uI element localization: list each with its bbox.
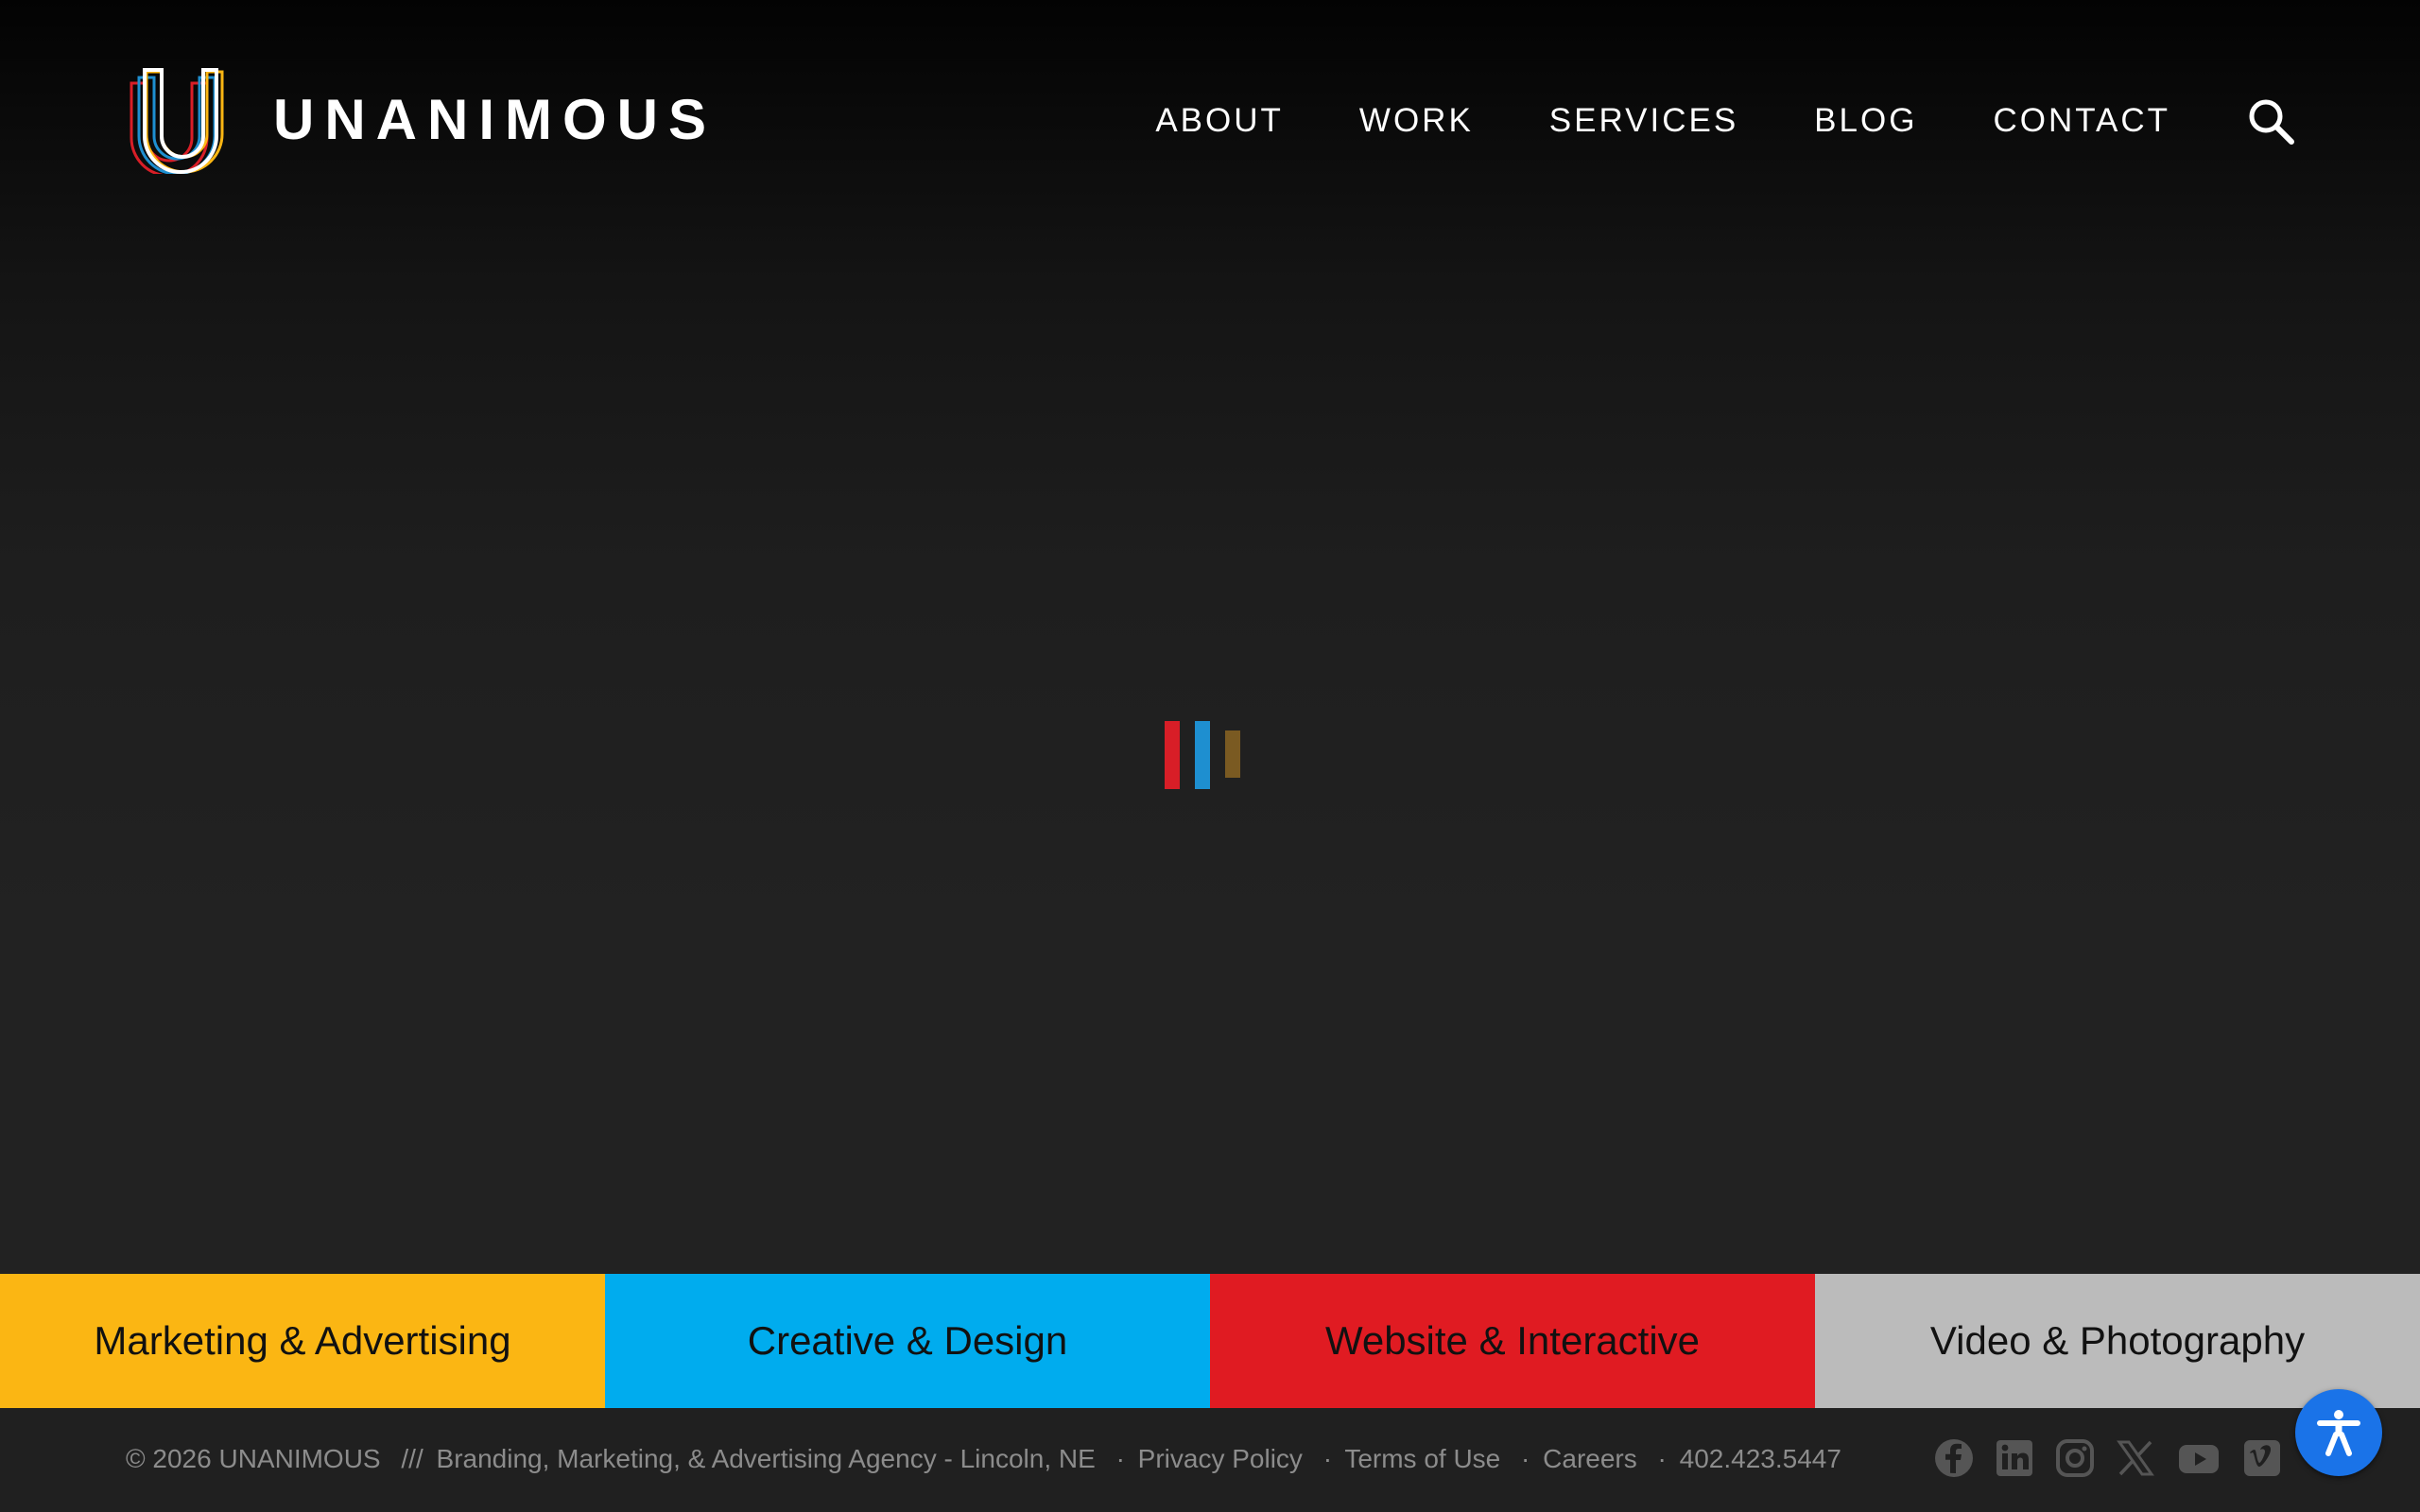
careers-link[interactable]: Careers xyxy=(1543,1444,1637,1473)
accessibility-button[interactable] xyxy=(2295,1389,2382,1476)
youtube-icon[interactable] xyxy=(2175,1437,2222,1479)
hero-background: UNANIMOUS ABOUT WORK SERVICES BLOG CONTA… xyxy=(0,0,2420,1274)
tile-marketing-advertising[interactable]: Marketing & Advertising xyxy=(0,1274,605,1408)
loader-bar-blue xyxy=(1195,721,1210,789)
facebook-icon[interactable] xyxy=(1933,1437,1975,1479)
site-footer: © 2026 UNANIMOUS /// Branding, Marketing… xyxy=(0,1408,2420,1512)
nav-about[interactable]: ABOUT xyxy=(1155,97,1284,145)
nav-services[interactable]: SERVICES xyxy=(1549,97,1738,145)
accessibility-icon xyxy=(2317,1410,2360,1456)
nav-work[interactable]: WORK xyxy=(1359,97,1474,145)
divider: /// xyxy=(401,1444,424,1473)
search-icon[interactable] xyxy=(2246,96,2295,146)
vimeo-icon[interactable] xyxy=(2241,1437,2283,1479)
terms-of-use-link[interactable]: Terms of Use xyxy=(1344,1444,1500,1473)
dot-separator: · xyxy=(1115,1444,1125,1473)
dot-separator: · xyxy=(1322,1444,1333,1473)
tagline: Branding, Marketing, & Advertising Agenc… xyxy=(436,1444,1096,1473)
instagram-icon[interactable] xyxy=(2054,1437,2096,1479)
tile-creative-design[interactable]: Creative & Design xyxy=(605,1274,1210,1408)
main-nav: ABOUT WORK SERVICES BLOG CONTACT xyxy=(1155,96,2295,146)
loader-bar-red xyxy=(1165,721,1180,789)
footer-info: © 2026 UNANIMOUS /// Branding, Marketing… xyxy=(126,1442,1847,1476)
nav-blog[interactable]: BLOG xyxy=(1814,97,1917,145)
logo-mark-icon xyxy=(130,68,224,174)
loading-indicator xyxy=(1165,721,1240,789)
tile-video-photography[interactable]: Video & Photography xyxy=(1815,1274,2420,1408)
x-icon[interactable] xyxy=(2115,1437,2156,1479)
tile-website-interactive[interactable]: Website & Interactive xyxy=(1210,1274,1815,1408)
site-logo[interactable]: UNANIMOUS xyxy=(126,66,717,174)
dot-separator: · xyxy=(1521,1444,1530,1473)
copyright: © 2026 UNANIMOUS xyxy=(126,1444,381,1473)
social-links xyxy=(1914,1437,2283,1479)
linkedin-icon[interactable] xyxy=(1994,1437,2035,1479)
brand-name: UNANIMOUS xyxy=(273,88,717,151)
privacy-policy-link[interactable]: Privacy Policy xyxy=(1138,1444,1303,1473)
dot-separator: · xyxy=(1657,1444,1667,1473)
loader-bar-gold xyxy=(1225,730,1240,778)
nav-contact[interactable]: CONTACT xyxy=(1993,97,2170,145)
phone-link[interactable]: 402.423.5447 xyxy=(1680,1444,1841,1473)
services-bar: Marketing & Advertising Creative & Desig… xyxy=(0,1274,2420,1408)
